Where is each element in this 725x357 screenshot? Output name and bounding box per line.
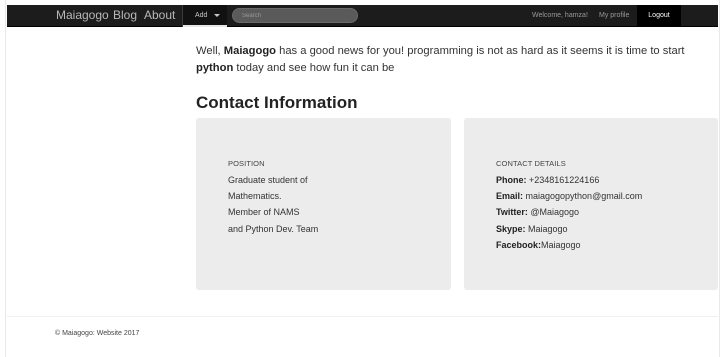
contact-details-heading: CONTACT DETAILS [496,159,566,168]
logout-button[interactable]: Logout [637,5,681,27]
intro-pre: Well, [196,45,224,57]
nav-blog-link[interactable]: Blog [113,8,137,22]
phone-value: +2348161224166 [526,175,600,185]
twitter-label: Twitter: [496,207,528,218]
email-row: Email: maiagogopython@gmail.com [496,188,642,204]
brand-link[interactable]: Maiagogo [56,8,109,22]
nav-about-link[interactable]: About [144,8,175,22]
intro-brand: Maiagogo [223,45,276,57]
email-label: Email: [496,191,524,202]
facebook-value: Maiagogo [541,239,581,250]
contact-details-card: CONTACT DETAILS Phone: +2348161224166 Em… [464,118,718,290]
phone-label: Phone: [496,175,527,185]
page-frame-right [719,0,725,357]
facebook-row: Facebook:Maiagogo [496,237,642,253]
phone-row: Phone: +2348161224166 [496,172,642,188]
add-dropdown[interactable]: Add [183,5,227,27]
top-navbar: Maiagogo Blog About Add Welcome, hamza! … [7,5,718,27]
twitter-value: @Maiagogo [527,207,580,218]
contact-details-body: CONTACT DETAILS Phone: +2348161224166 Em… [496,159,642,253]
skype-label: Skype: [496,223,526,234]
position-line: Member of NAMS [228,207,300,218]
footer-divider [7,316,718,317]
position-heading: POSITION [228,159,265,168]
skype-row: Skype: Maiagogo [496,221,642,237]
add-dropdown-label: Add [195,12,208,19]
intro-python: python [196,62,234,74]
footer-copyright: © Maiagogo: Website 2017 [55,330,140,337]
caret-down-icon [214,14,220,17]
welcome-text: Welcome, hamza! [532,12,588,19]
position-line: Graduate student of [228,175,308,185]
facebook-label: Facebook: [496,239,542,250]
my-profile-link[interactable]: My profile [599,12,629,19]
intro-paragraph: Well, Maiagogo has a good news for you! … [196,43,711,77]
intro-mid: has a good news for you! programming is … [276,45,685,57]
position-card: POSITION Graduate student of Mathematics… [196,118,451,290]
contact-title: Contact Information [196,93,358,112]
page-frame-left [0,0,6,357]
search-input[interactable] [232,8,358,23]
position-card-body: POSITION Graduate student of Mathematics… [228,159,318,237]
skype-value: Maiagogo [525,223,568,234]
position-line: and Python Dev. Team [228,223,319,234]
position-line: Mathematics. [228,191,282,202]
email-value: maiagogopython@gmail.com [523,191,643,202]
intro-post: today and see how fun it can be [233,62,395,74]
twitter-row: Twitter: @Maiagogo [496,204,642,220]
